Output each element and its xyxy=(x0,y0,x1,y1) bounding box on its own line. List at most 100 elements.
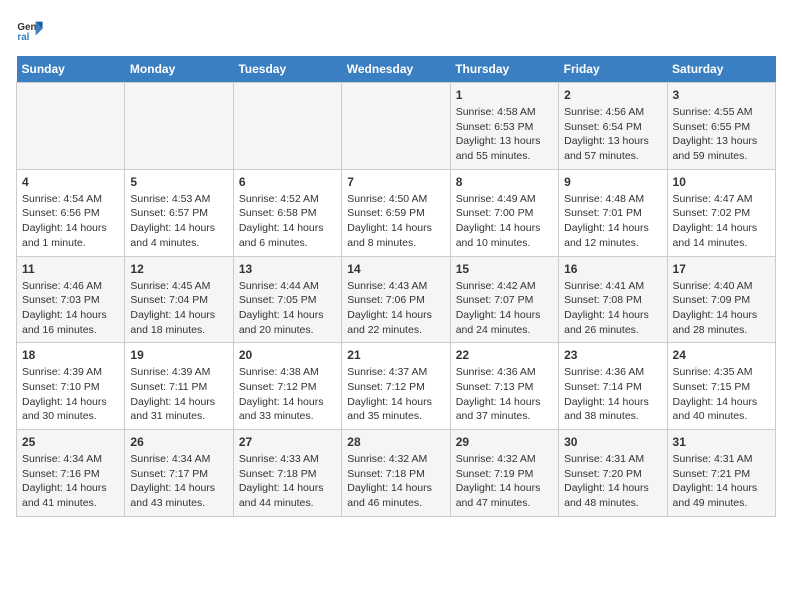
calendar-cell-3-2: 12Sunrise: 4:45 AM Sunset: 7:04 PM Dayli… xyxy=(125,256,233,343)
day-number: 11 xyxy=(22,262,119,276)
day-number: 17 xyxy=(673,262,770,276)
day-number: 16 xyxy=(564,262,661,276)
calendar-cell-2-5: 8Sunrise: 4:49 AM Sunset: 7:00 PM Daylig… xyxy=(450,169,558,256)
calendar-cell-5-5: 29 Sunrise: 4:32 AM Sunset: 7:19 PM Dayli… xyxy=(450,430,558,517)
calendar-cell-1-4 xyxy=(342,83,450,170)
day-info: Sunrise: 4:43 AM Sunset: 7:06 PM Dayligh… xyxy=(347,279,444,338)
weekday-header-wednesday: Wednesday xyxy=(342,56,450,83)
day-info: Sunrise: 4:56 AM Sunset: 6:54 PM Dayligh… xyxy=(564,105,661,164)
day-info: Sunrise: 4:54 AM Sunset: 6:56 PM Dayligh… xyxy=(22,192,119,251)
day-number: 6 xyxy=(239,175,336,189)
day-info: Sunrise: 4:33 AM Sunset: 7:18 PM Dayligh… xyxy=(239,452,336,511)
calendar-cell-1-7: 3Sunrise: 4:55 AM Sunset: 6:55 PM Daylig… xyxy=(667,83,775,170)
calendar-cell-1-2 xyxy=(125,83,233,170)
day-info: Sunrise: 4:31 AM Sunset: 7:20 PM Dayligh… xyxy=(564,452,661,511)
day-number: 9 xyxy=(564,175,661,189)
svg-text:ral: ral xyxy=(17,32,29,43)
calendar-cell-3-5: 15 Sunrise: 4:42 AM Sunset: 7:07 PM Dayli… xyxy=(450,256,558,343)
day-number: 24 xyxy=(673,348,770,362)
day-info: Sunrise: 4:52 AM Sunset: 6:58 PM Dayligh… xyxy=(239,192,336,251)
day-number: 18 xyxy=(22,348,119,362)
calendar-cell-5-6: 30 Sunrise: 4:31 AM Sunset: 7:20 PM Dayli… xyxy=(559,430,667,517)
weekday-header-sunday: Sunday xyxy=(17,56,125,83)
weekday-header-saturday: Saturday xyxy=(667,56,775,83)
weekday-header-monday: Monday xyxy=(125,56,233,83)
day-number: 22 xyxy=(456,348,553,362)
calendar-cell-1-1 xyxy=(17,83,125,170)
logo: Gene ral xyxy=(16,16,48,44)
calendar-cell-4-2: 19 Sunrise: 4:39 AM Sunset: 7:11 PM Dayli… xyxy=(125,343,233,430)
day-info: Sunrise: 4:40 AM Sunset: 7:09 PM Dayligh… xyxy=(673,279,770,338)
day-number: 8 xyxy=(456,175,553,189)
day-number: 5 xyxy=(130,175,227,189)
calendar-cell-2-1: 4Sunrise: 4:54 AM Sunset: 6:56 PM Daylig… xyxy=(17,169,125,256)
weekday-header-tuesday: Tuesday xyxy=(233,56,341,83)
day-info: Sunrise: 4:35 AM Sunset: 7:15 PM Dayligh… xyxy=(673,365,770,424)
day-info: Sunrise: 4:42 AM Sunset: 7:07 PM Dayligh… xyxy=(456,279,553,338)
calendar-cell-5-4: 28 Sunrise: 4:32 AM Sunset: 7:18 PM Dayli… xyxy=(342,430,450,517)
calendar-cell-1-3 xyxy=(233,83,341,170)
day-info: Sunrise: 4:44 AM Sunset: 7:05 PM Dayligh… xyxy=(239,279,336,338)
day-number: 12 xyxy=(130,262,227,276)
day-number: 15 xyxy=(456,262,553,276)
day-number: 14 xyxy=(347,262,444,276)
calendar-cell-2-3: 6 Sunrise: 4:52 AM Sunset: 6:58 PM Daylig… xyxy=(233,169,341,256)
day-number: 27 xyxy=(239,435,336,449)
calendar-cell-3-3: 13 Sunrise: 4:44 AM Sunset: 7:05 PM Dayli… xyxy=(233,256,341,343)
calendar-cell-5-3: 27 Sunrise: 4:33 AM Sunset: 7:18 PM Dayli… xyxy=(233,430,341,517)
day-number: 30 xyxy=(564,435,661,449)
calendar-cell-1-5: 1Sunrise: 4:58 AM Sunset: 6:53 PM Daylig… xyxy=(450,83,558,170)
day-number: 21 xyxy=(347,348,444,362)
weekday-header-row: SundayMondayTuesdayWednesdayThursdayFrid… xyxy=(17,56,776,83)
day-info: Sunrise: 4:58 AM Sunset: 6:53 PM Dayligh… xyxy=(456,105,553,164)
day-info: Sunrise: 4:47 AM Sunset: 7:02 PM Dayligh… xyxy=(673,192,770,251)
weekday-header-friday: Friday xyxy=(559,56,667,83)
calendar-cell-2-2: 5 Sunrise: 4:53 AM Sunset: 6:57 PM Daylig… xyxy=(125,169,233,256)
day-info: Sunrise: 4:39 AM Sunset: 7:11 PM Dayligh… xyxy=(130,365,227,424)
day-number: 19 xyxy=(130,348,227,362)
calendar-cell-5-7: 31 Sunrise: 4:31 AM Sunset: 7:21 PM Dayli… xyxy=(667,430,775,517)
day-info: Sunrise: 4:46 AM Sunset: 7:03 PM Dayligh… xyxy=(22,279,119,338)
calendar-cell-5-2: 26 Sunrise: 4:34 AM Sunset: 7:17 PM Dayli… xyxy=(125,430,233,517)
day-info: Sunrise: 4:50 AM Sunset: 6:59 PM Dayligh… xyxy=(347,192,444,251)
day-number: 31 xyxy=(673,435,770,449)
day-info: Sunrise: 4:53 AM Sunset: 6:57 PM Dayligh… xyxy=(130,192,227,251)
calendar-week-4: 18Sunrise: 4:39 AM Sunset: 7:10 PM Dayli… xyxy=(17,343,776,430)
day-info: Sunrise: 4:48 AM Sunset: 7:01 PM Dayligh… xyxy=(564,192,661,251)
calendar-cell-4-7: 24 Sunrise: 4:35 AM Sunset: 7:15 PM Dayli… xyxy=(667,343,775,430)
calendar-cell-4-3: 20 Sunrise: 4:38 AM Sunset: 7:12 PM Dayli… xyxy=(233,343,341,430)
day-number: 20 xyxy=(239,348,336,362)
day-number: 3 xyxy=(673,88,770,102)
day-info: Sunrise: 4:34 AM Sunset: 7:17 PM Dayligh… xyxy=(130,452,227,511)
calendar-cell-1-6: 2Sunrise: 4:56 AM Sunset: 6:54 PM Daylig… xyxy=(559,83,667,170)
day-number: 28 xyxy=(347,435,444,449)
calendar-cell-4-5: 22 Sunrise: 4:36 AM Sunset: 7:13 PM Dayli… xyxy=(450,343,558,430)
day-info: Sunrise: 4:36 AM Sunset: 7:13 PM Dayligh… xyxy=(456,365,553,424)
calendar-cell-3-1: 11 Sunrise: 4:46 AM Sunset: 7:03 PM Dayli… xyxy=(17,256,125,343)
day-number: 7 xyxy=(347,175,444,189)
weekday-header-thursday: Thursday xyxy=(450,56,558,83)
calendar-week-1: 1Sunrise: 4:58 AM Sunset: 6:53 PM Daylig… xyxy=(17,83,776,170)
calendar-week-3: 11 Sunrise: 4:46 AM Sunset: 7:03 PM Dayli… xyxy=(17,256,776,343)
header: Gene ral xyxy=(16,16,776,44)
day-number: 13 xyxy=(239,262,336,276)
day-info: Sunrise: 4:32 AM Sunset: 7:18 PM Dayligh… xyxy=(347,452,444,511)
calendar-cell-4-4: 21Sunrise: 4:37 AM Sunset: 7:12 PM Dayli… xyxy=(342,343,450,430)
calendar-week-2: 4Sunrise: 4:54 AM Sunset: 6:56 PM Daylig… xyxy=(17,169,776,256)
day-number: 26 xyxy=(130,435,227,449)
calendar-cell-3-7: 17 Sunrise: 4:40 AM Sunset: 7:09 PM Dayli… xyxy=(667,256,775,343)
calendar-cell-2-4: 7 Sunrise: 4:50 AM Sunset: 6:59 PM Daylig… xyxy=(342,169,450,256)
calendar-cell-3-4: 14 Sunrise: 4:43 AM Sunset: 7:06 PM Dayli… xyxy=(342,256,450,343)
day-info: Sunrise: 4:32 AM Sunset: 7:19 PM Dayligh… xyxy=(456,452,553,511)
calendar-week-5: 25Sunrise: 4:34 AM Sunset: 7:16 PM Dayli… xyxy=(17,430,776,517)
day-info: Sunrise: 4:38 AM Sunset: 7:12 PM Dayligh… xyxy=(239,365,336,424)
day-info: Sunrise: 4:31 AM Sunset: 7:21 PM Dayligh… xyxy=(673,452,770,511)
day-number: 25 xyxy=(22,435,119,449)
day-number: 29 xyxy=(456,435,553,449)
calendar-cell-3-6: 16Sunrise: 4:41 AM Sunset: 7:08 PM Dayli… xyxy=(559,256,667,343)
day-number: 10 xyxy=(673,175,770,189)
calendar-cell-2-7: 10 Sunrise: 4:47 AM Sunset: 7:02 PM Dayli… xyxy=(667,169,775,256)
calendar-cell-4-6: 23Sunrise: 4:36 AM Sunset: 7:14 PM Dayli… xyxy=(559,343,667,430)
calendar-body: 1Sunrise: 4:58 AM Sunset: 6:53 PM Daylig… xyxy=(17,83,776,517)
calendar-cell-4-1: 18Sunrise: 4:39 AM Sunset: 7:10 PM Dayli… xyxy=(17,343,125,430)
